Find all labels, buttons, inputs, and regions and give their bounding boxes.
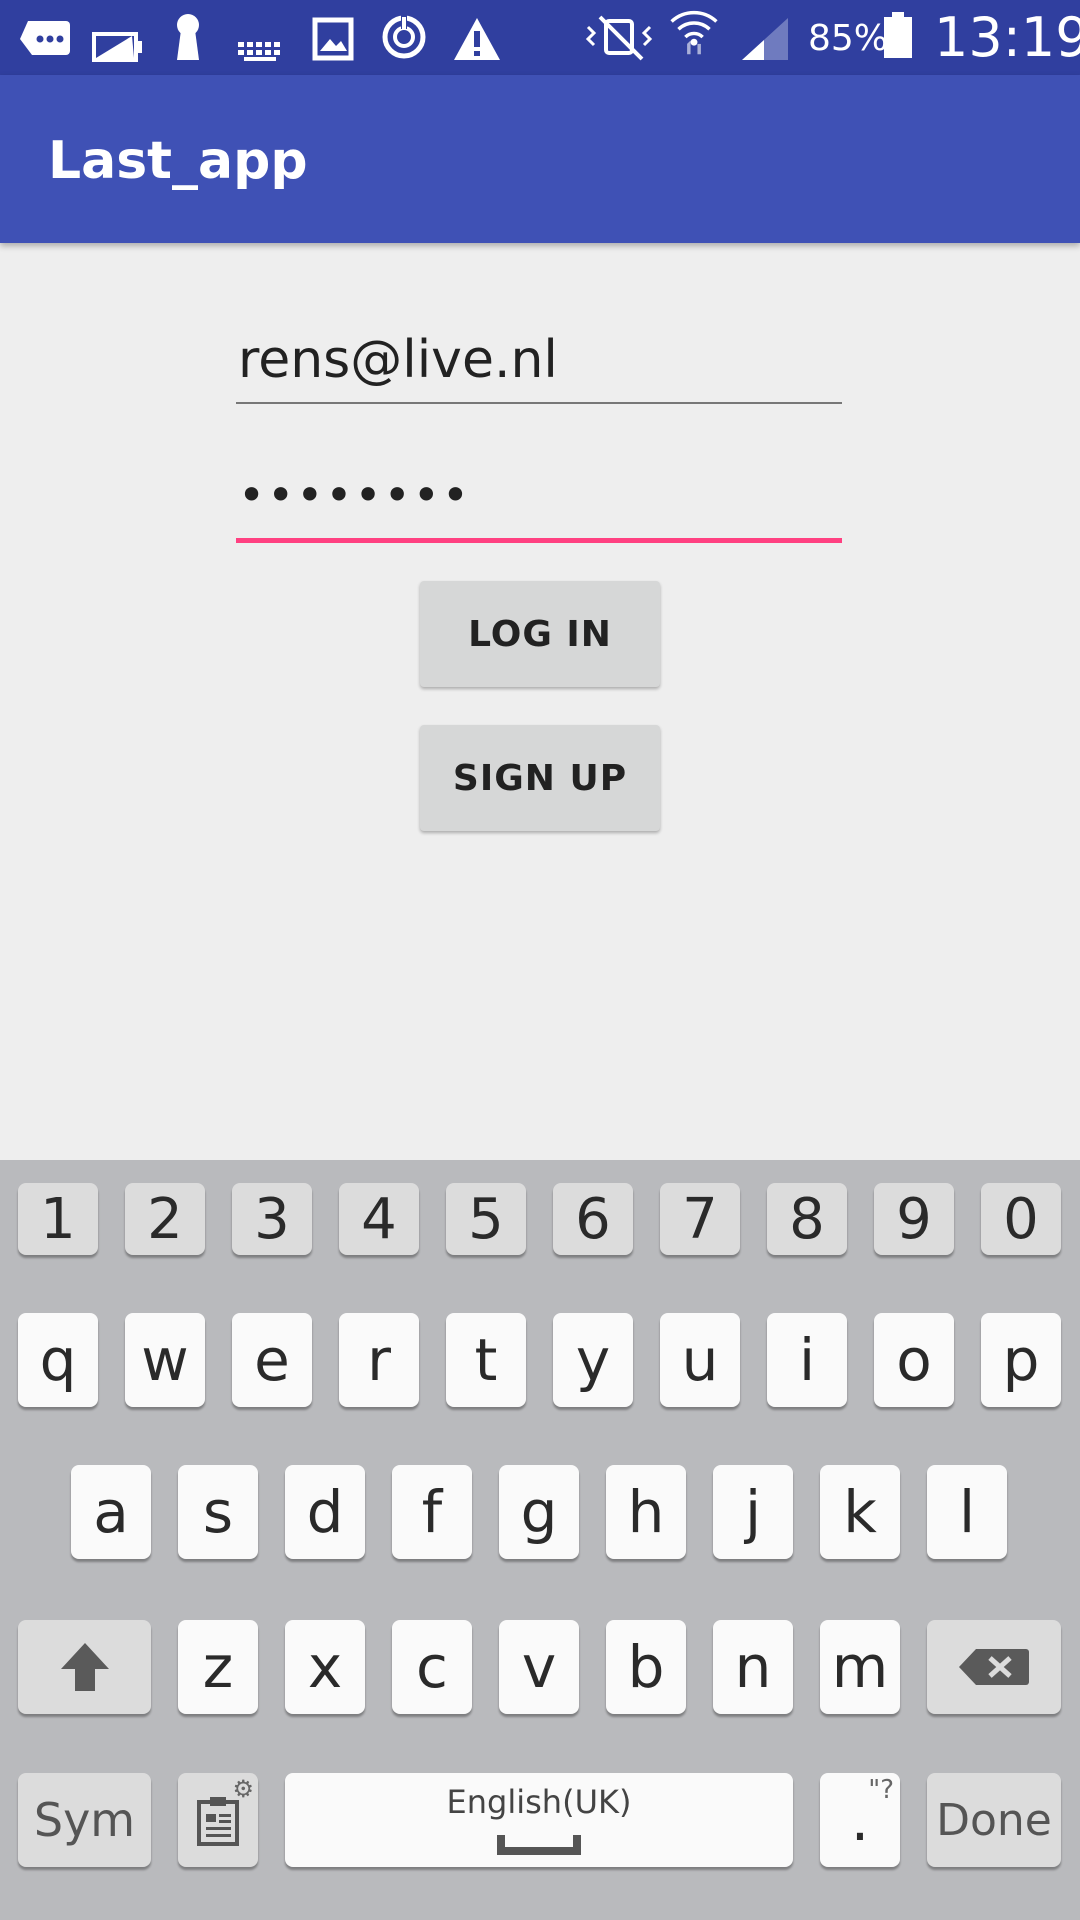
key-g[interactable]: g (499, 1465, 579, 1559)
clipboard-key[interactable]: ⚙ (178, 1773, 258, 1867)
email-field[interactable]: rens@live.nl (236, 320, 842, 404)
space-language-label: English(UK) (446, 1783, 632, 1821)
key-b[interactable]: b (606, 1620, 686, 1714)
backspace-key[interactable] (927, 1620, 1061, 1714)
key-s[interactable]: s (178, 1465, 258, 1559)
password-value: •••••••• (238, 468, 472, 522)
keyboard: 1 2 3 4 5 6 7 8 9 0 q w e r t y u i o p … (0, 1160, 1080, 1920)
email-value: rens@live.nl (238, 330, 558, 390)
battery-icon (884, 12, 912, 58)
key-e[interactable]: e (232, 1313, 312, 1407)
key-6[interactable]: 6 (553, 1183, 633, 1255)
period-key-hint: "? (868, 1775, 894, 1805)
key-j[interactable]: j (713, 1465, 793, 1559)
key-q[interactable]: q (18, 1313, 98, 1407)
key-k[interactable]: k (820, 1465, 900, 1559)
done-key[interactable]: Done (927, 1773, 1061, 1867)
key-0[interactable]: 0 (981, 1183, 1061, 1255)
key-t[interactable]: t (446, 1313, 526, 1407)
key-9[interactable]: 9 (874, 1183, 954, 1255)
login-button[interactable]: LOG IN (420, 581, 660, 687)
signal-icon (742, 18, 788, 60)
period-key[interactable]: "? . (820, 1773, 900, 1867)
key-f[interactable]: f (392, 1465, 472, 1559)
status-bar: 85% 13:19 (0, 0, 1080, 75)
signup-button[interactable]: SIGN UP (420, 725, 660, 831)
key-8[interactable]: 8 (767, 1183, 847, 1255)
key-3[interactable]: 3 (232, 1183, 312, 1255)
key-z[interactable]: z (178, 1620, 258, 1714)
message-icon (20, 21, 70, 55)
key-u[interactable]: u (660, 1313, 740, 1407)
wifi-icon (670, 11, 718, 55)
key-o[interactable]: o (874, 1313, 954, 1407)
backspace-icon (959, 1649, 1029, 1685)
battery-saver-icon (92, 32, 142, 62)
keyhole-icon (177, 14, 199, 60)
app-title: Last_app (48, 131, 308, 191)
app-bar: Last_app (0, 75, 1080, 243)
key-2[interactable]: 2 (125, 1183, 205, 1255)
key-c[interactable]: c (392, 1620, 472, 1714)
key-5[interactable]: 5 (446, 1183, 526, 1255)
key-d[interactable]: d (285, 1465, 365, 1559)
key-1[interactable]: 1 (18, 1183, 98, 1255)
battery-percent: 85% (808, 18, 889, 59)
period-label: . (850, 1786, 870, 1854)
key-v[interactable]: v (499, 1620, 579, 1714)
image-icon (312, 17, 354, 61)
key-a[interactable]: a (71, 1465, 151, 1559)
key-h[interactable]: h (606, 1465, 686, 1559)
shift-arrow-icon (60, 1643, 109, 1691)
settings-gear-icon: ⚙ (232, 1775, 254, 1803)
sync-icon (382, 15, 426, 59)
shift-key[interactable] (18, 1620, 151, 1714)
key-x[interactable]: x (285, 1620, 365, 1714)
key-7[interactable]: 7 (660, 1183, 740, 1255)
key-n[interactable]: n (713, 1620, 793, 1714)
keyboard-icon (238, 42, 280, 61)
vibrate-mute-icon (585, 15, 653, 61)
key-m[interactable]: m (820, 1620, 900, 1714)
sym-key[interactable]: Sym (18, 1773, 151, 1867)
key-r[interactable]: r (339, 1313, 419, 1407)
key-y[interactable]: y (553, 1313, 633, 1407)
clock: 13:19 (934, 6, 1080, 69)
key-i[interactable]: i (767, 1313, 847, 1407)
key-4[interactable]: 4 (339, 1183, 419, 1255)
key-p[interactable]: p (981, 1313, 1061, 1407)
key-l[interactable]: l (927, 1465, 1007, 1559)
space-bar-icon (497, 1835, 581, 1855)
space-key[interactable]: English(UK) (285, 1773, 793, 1867)
password-field[interactable]: •••••••• (236, 458, 842, 543)
key-w[interactable]: w (125, 1313, 205, 1407)
warning-icon (454, 18, 500, 60)
